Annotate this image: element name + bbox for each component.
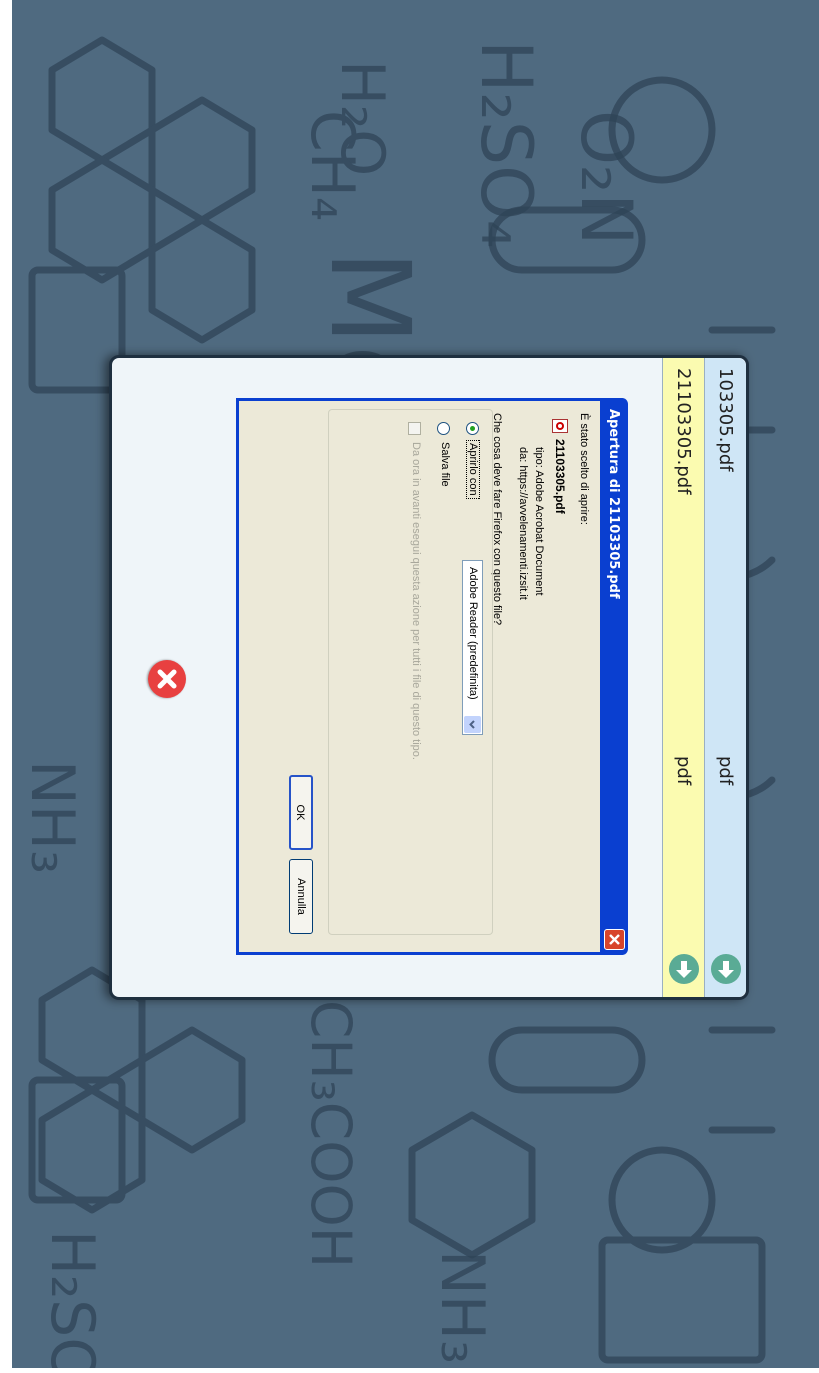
file-name: 103305.pdf: [715, 368, 736, 472]
application-select[interactable]: Adobe Reader (predefinita): [462, 560, 483, 735]
file-name: 21103305.pdf: [673, 368, 694, 495]
file-row[interactable]: 103305.pdf pdf: [704, 358, 746, 997]
file-type: pdf: [673, 756, 694, 786]
close-x-circle-icon[interactable]: [148, 660, 186, 698]
open-with-label[interactable]: Aprirlo con: [466, 440, 480, 499]
cancel-button[interactable]: Annulla: [289, 859, 313, 934]
application-select-value: Adobe Reader (predefinita): [467, 567, 479, 700]
rotated-view: 103305.pdf pdf 21103305.pdf pdf Apertura…: [0, 0, 819, 1373]
remember-choice-checkbox[interactable]: [408, 422, 421, 435]
open-file-dialog: Apertura di 21103305.pdf È stato scelto …: [236, 398, 628, 955]
file-type: pdf: [715, 756, 736, 786]
dialog-title: Apertura di 21103305.pdf: [606, 409, 621, 599]
dialog-body: È stato scelto di aprire: 21103305.pdf t…: [239, 401, 600, 952]
pdf-file-icon: [552, 419, 568, 433]
save-file-label[interactable]: Salva file: [439, 442, 451, 487]
intro-text: È stato scelto di aprire:: [578, 413, 590, 525]
chevron-down-icon[interactable]: [464, 716, 481, 733]
file-row[interactable]: 21103305.pdf pdf: [662, 358, 704, 997]
window-close-icon[interactable]: [604, 929, 625, 950]
action-group: Aprirlo con Adobe Reader (predefinita) S…: [328, 409, 493, 935]
remember-choice-label: Da ora in avanti esegui questa azione pe…: [410, 442, 422, 760]
ok-button[interactable]: OK: [289, 775, 313, 850]
file-name-heading: 21103305.pdf: [553, 439, 567, 514]
arrow-right-circle-icon[interactable]: [711, 954, 741, 984]
download-modal: 103305.pdf pdf 21103305.pdf pdf Apertura…: [109, 355, 749, 1000]
file-source-line: da: https://avvelenamenti.izsit.it: [517, 447, 529, 600]
file-type-line: tipo: Adobe Acrobat Document: [533, 447, 545, 596]
dialog-titlebar: Apertura di 21103305.pdf: [600, 401, 628, 952]
open-with-radio[interactable]: [466, 422, 479, 435]
arrow-right-circle-icon[interactable]: [669, 954, 699, 984]
save-file-radio[interactable]: [437, 422, 450, 435]
